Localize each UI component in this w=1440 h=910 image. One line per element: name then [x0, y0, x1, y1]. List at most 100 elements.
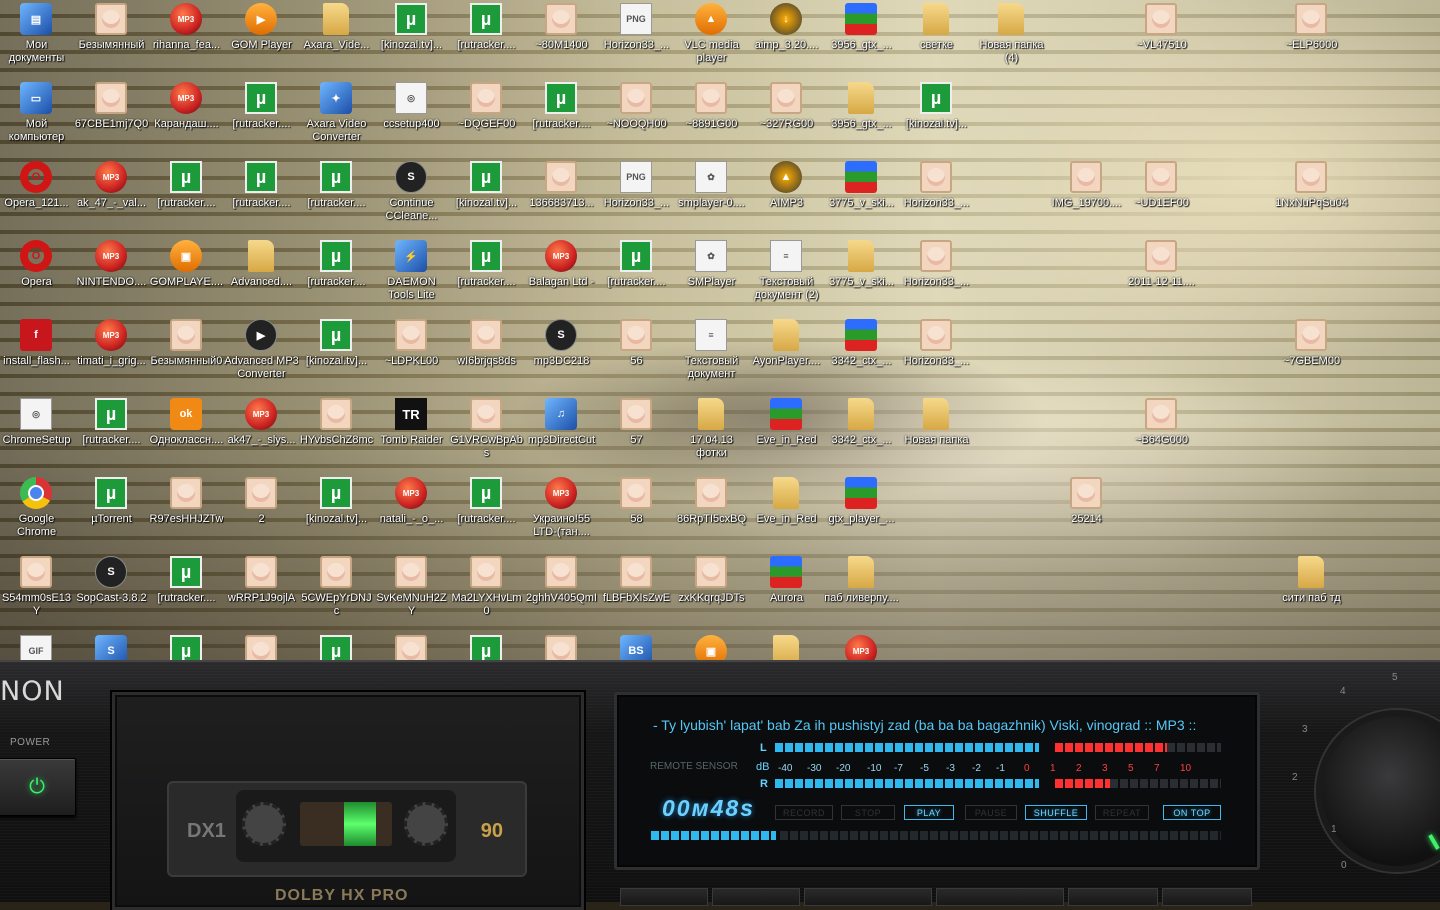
desktop-icon[interactable]: µ [rutracker.... [224, 80, 299, 159]
desktop-icon[interactable]: ~B64G000 [1124, 396, 1199, 475]
desktop-icon[interactable]: G1VRCwBpAbs [449, 396, 524, 475]
play-button[interactable]: PLAY [904, 805, 954, 820]
panel-key[interactable] [620, 888, 708, 906]
desktop-icon[interactable]: Horizon33_... [899, 159, 974, 238]
desktop-icon[interactable]: Smp3DC218 [524, 317, 599, 396]
desktop-icon[interactable]: µ [rutracker.... [74, 396, 149, 475]
desktop-icon[interactable]: ▶ Advanced MP3 Converter [224, 317, 299, 396]
panel-key[interactable] [936, 888, 1064, 906]
desktop-icon[interactable]: Horizon33_... [899, 238, 974, 317]
desktop-icon[interactable]: ◎ ccsetup400 [374, 80, 449, 159]
desktop-icon[interactable]: µ [rutracker.... [599, 238, 674, 317]
desktop-icon[interactable]: ✿ SMPlayer [674, 238, 749, 317]
desktop-icon[interactable]: R97esHHJZTw [149, 475, 224, 554]
desktop-icon[interactable]: µ [rutracker.... [299, 159, 374, 238]
desktop-icon[interactable]: MP3 Balagan Ltd - [524, 238, 599, 317]
desktop-icon[interactable]: O Opera_121... [0, 159, 74, 238]
desktop-icon[interactable]: MP3 NINTENDO.... [74, 238, 149, 317]
desktop-icon[interactable]: ↓ aimp_3.20.... [749, 1, 824, 80]
desktop-icon[interactable]: µ [kinozal.tv]... [374, 1, 449, 80]
desktop-icon[interactable]: IMG_19700.... [1049, 159, 1124, 238]
desktop-icon[interactable]: 2ghhV405QmI [524, 554, 599, 633]
desktop-icon[interactable]: 3956_gtx_... [824, 1, 899, 80]
desktop-icon[interactable]: MP3 Украино!55 LTD-(тан.... [524, 475, 599, 554]
desktop-icon[interactable]: Безымянный [74, 1, 149, 80]
shuffle-button[interactable]: SHUFFLE [1025, 805, 1087, 820]
desktop-icon[interactable]: ~8891G00 [674, 80, 749, 159]
desktop-icon[interactable]: ▲ AIMP3 [749, 159, 824, 238]
desktop-icon[interactable]: ▶ GOM Player [224, 1, 299, 80]
desktop-icon[interactable]: MP3 natali_-_o_... [374, 475, 449, 554]
on-top-button[interactable]: ON TOP [1163, 805, 1221, 820]
desktop-icon[interactable]: ▣ GOMPLAYE.... [149, 238, 224, 317]
desktop-icon[interactable]: Ma2LYXHvLm0 [449, 554, 524, 633]
desktop-icon[interactable]: ~UD1EF00 [1124, 159, 1199, 238]
desktop-icon[interactable]: 3342_ctx_... [824, 317, 899, 396]
desktop-icon[interactable]: µ [rutracker.... [224, 159, 299, 238]
desktop-icon[interactable]: светке [899, 1, 974, 80]
desktop-icon[interactable]: O Opera [0, 238, 74, 317]
desktop-icon[interactable]: ~VL47510 [1124, 1, 1199, 80]
desktop-icon[interactable]: µ [rutracker.... [449, 475, 524, 554]
desktop-icon[interactable]: S54mm0sE13Y [0, 554, 74, 633]
desktop-icon[interactable]: zxKKqrqJDTs [674, 554, 749, 633]
desktop-icon[interactable]: µ µTorrent [74, 475, 149, 554]
desktop-icon[interactable]: µ [rutracker.... [299, 238, 374, 317]
desktop-icon[interactable]: Horizon33_... [899, 317, 974, 396]
desktop-icon[interactable]: 57 [599, 396, 674, 475]
stop-button[interactable]: STOP [841, 805, 895, 820]
desktop-icon[interactable]: 2 [224, 475, 299, 554]
desktop-icon[interactable]: ~LDPKL00 [374, 317, 449, 396]
desktop-icon[interactable]: µ [kinozal.tv]... [899, 80, 974, 159]
desktop-icon[interactable]: MP3 timati_i_grig... [74, 317, 149, 396]
desktop-icon[interactable]: 2011-12-11.... [1124, 238, 1199, 317]
desktop-icon[interactable]: AyonPlayer.... [749, 317, 824, 396]
desktop-icon[interactable]: ▲ VLC media player [674, 1, 749, 80]
desktop-icon[interactable]: Aurora [749, 554, 824, 633]
desktop-icon[interactable]: µ [rutracker.... [449, 1, 524, 80]
desktop-icon[interactable]: Eve_in_Red [749, 475, 824, 554]
desktop-icon[interactable]: µ [rutracker.... [149, 554, 224, 633]
desktop-icon[interactable]: ♫ mp3DirectCut [524, 396, 599, 475]
desktop-icon[interactable]: 58 [599, 475, 674, 554]
desktop-icon[interactable]: 3956_gtx_... [824, 80, 899, 159]
desktop-icon[interactable]: MP3 ak_47_-_val... [74, 159, 149, 238]
desktop-icon[interactable]: паб ливерпу.... [824, 554, 899, 633]
desktop-icon[interactable]: PNG Horizon33_... [599, 1, 674, 80]
desktop-icon[interactable]: µ [kinozal.tv]... [449, 159, 524, 238]
desktop-icon[interactable]: 86RpTI5cxBQ [674, 475, 749, 554]
desktop-icon[interactable]: MP3 rihanna_fea... [149, 1, 224, 80]
desktop-icon[interactable]: S SopCast-3.8.2 [74, 554, 149, 633]
desktop-icon[interactable]: wI6brjqs8ds [449, 317, 524, 396]
desktop-icon[interactable]: µ [kinozal.tv]... [299, 475, 374, 554]
power-button[interactable]: ⏻ [0, 758, 76, 816]
desktop-icon[interactable]: ~7GBEM00 [1274, 317, 1349, 396]
desktop-icon[interactable]: Новая папка [899, 396, 974, 475]
desktop-icon[interactable]: 136683713... [524, 159, 599, 238]
desktop-icon[interactable]: ≡ Текстовый документ (2) [749, 238, 824, 317]
progress-bar[interactable] [651, 831, 1221, 840]
desktop-icon[interactable]: ≡ Текстовый документ [674, 317, 749, 396]
desktop-icon[interactable]: Новая папка (4) [974, 1, 1049, 80]
desktop-icon[interactable]: TR Tomb Raider [374, 396, 449, 475]
desktop-icon[interactable]: wRRP1J9ojlA [224, 554, 299, 633]
desktop-icon[interactable]: S Continue CCleane... [374, 159, 449, 238]
desktop-icon[interactable]: µ [rutracker.... [449, 238, 524, 317]
desktop-icon[interactable]: 1NxNuPqSu04 [1274, 159, 1349, 238]
desktop-icon[interactable]: SvKeMNuH2ZY [374, 554, 449, 633]
desktop-icon[interactable]: ~NOOQH00 [599, 80, 674, 159]
desktop-icon[interactable]: fLBFbXIsZwE [599, 554, 674, 633]
panel-key[interactable] [712, 888, 800, 906]
desktop-icon[interactable]: 25214 [1049, 475, 1124, 554]
desktop-icon[interactable]: ~327RG00 [749, 80, 824, 159]
desktop-icon[interactable]: Axara_Vide... [299, 1, 374, 80]
desktop-icon[interactable]: ~80M1400 [524, 1, 599, 80]
desktop-icon[interactable]: HYvbsChZ8mc [299, 396, 374, 475]
record-button[interactable]: RECORD [775, 805, 833, 820]
desktop-icon[interactable]: Безымянный0 [149, 317, 224, 396]
volume-knob[interactable] [1316, 710, 1440, 872]
desktop-icon[interactable]: 3775_v_ski... [824, 238, 899, 317]
desktop-icon[interactable]: ~ELP6000 [1274, 1, 1349, 80]
desktop-icon[interactable]: 3342_ctx_... [824, 396, 899, 475]
desktop-icon[interactable]: 3775_v_ski... [824, 159, 899, 238]
